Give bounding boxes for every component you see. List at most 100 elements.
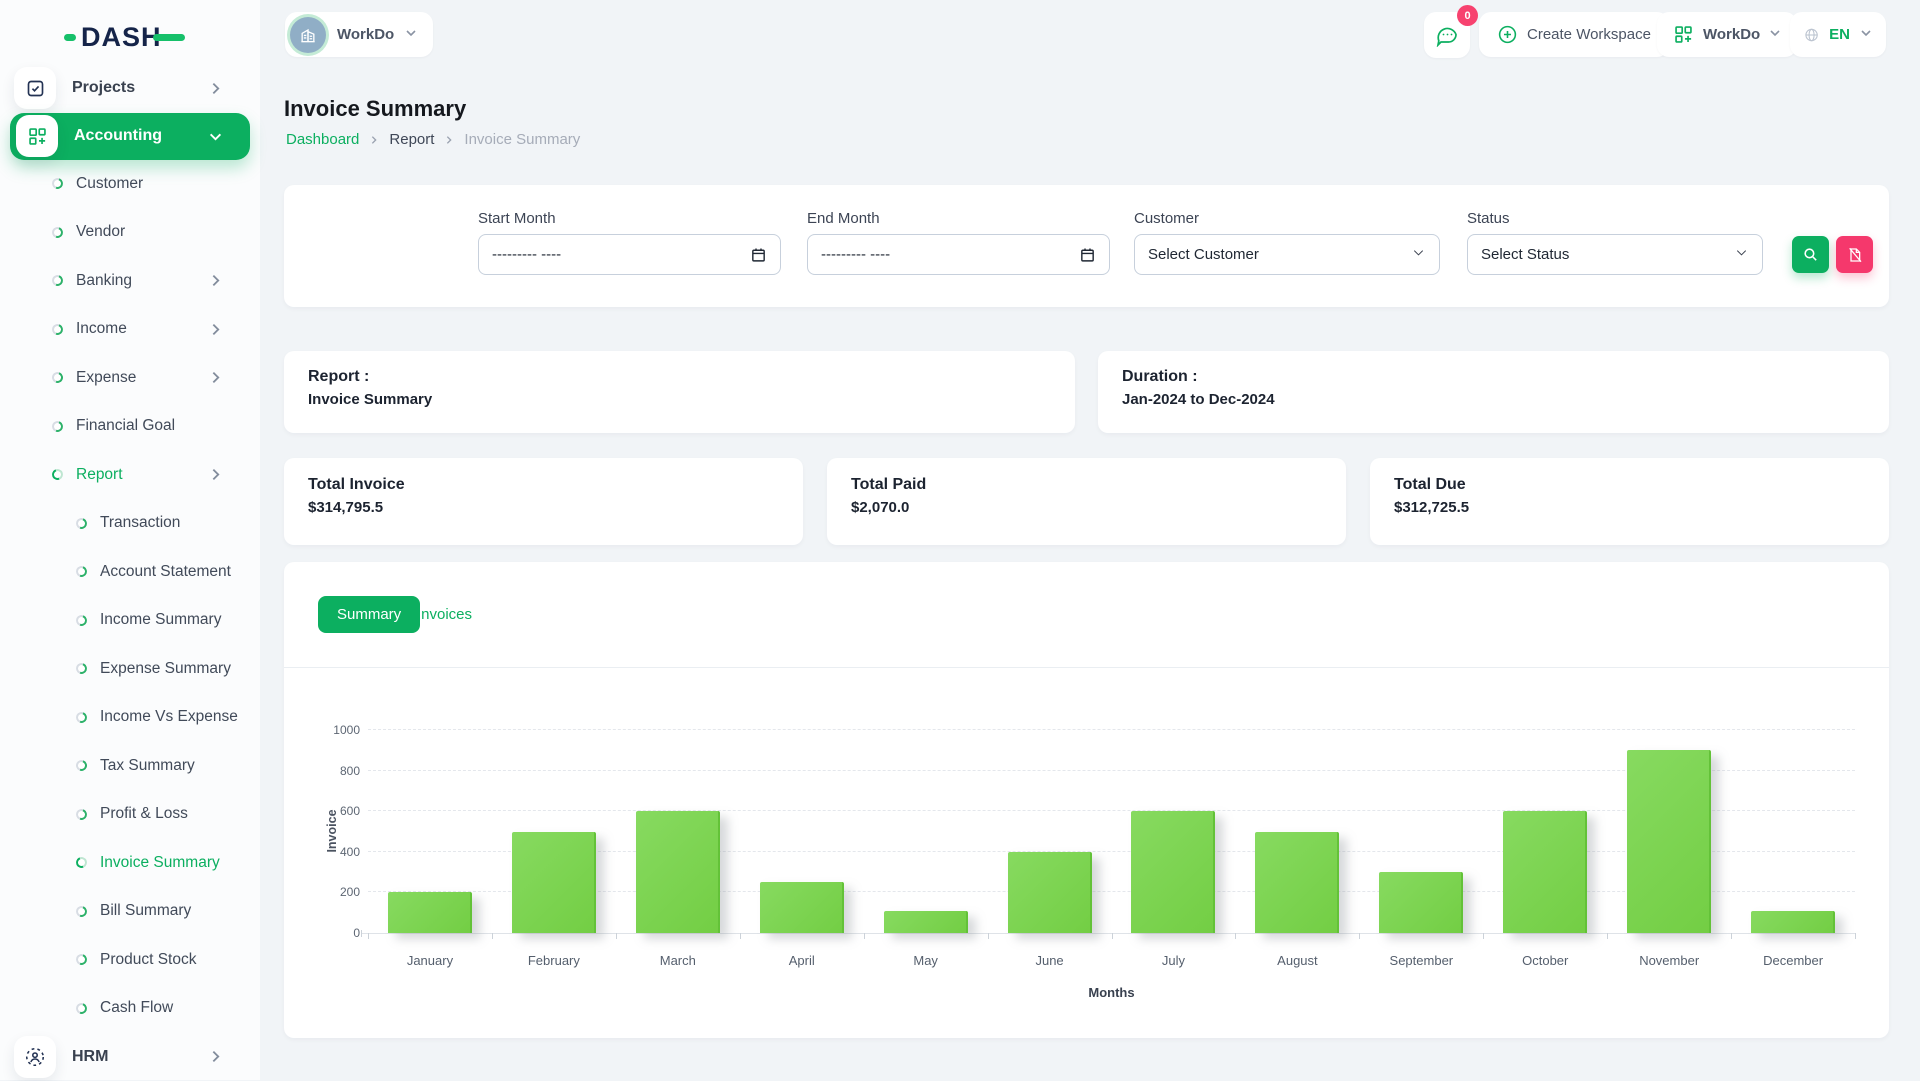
plot-area xyxy=(368,730,1855,933)
sidebar-item-income-summary[interactable]: Income Summary xyxy=(0,596,260,645)
chevron-down-icon xyxy=(405,26,417,44)
building-icon xyxy=(298,25,318,45)
messages-button[interactable]: 0 xyxy=(1424,12,1470,58)
x-axis-tick xyxy=(1112,933,1113,939)
x-tick-label: October xyxy=(1483,953,1607,968)
sidebar-item-accounting[interactable]: Accounting xyxy=(10,113,250,160)
x-tick-label: June xyxy=(988,953,1112,968)
page-title: Invoice Summary xyxy=(284,96,466,122)
sidebar-item-label: HRM xyxy=(72,1048,108,1066)
sidebar-item-label: Report xyxy=(76,466,123,484)
bullet-icon xyxy=(74,516,89,531)
breadcrumb-report[interactable]: Report xyxy=(389,131,434,148)
globe-icon xyxy=(1804,24,1819,46)
sidebar-item-profit-loss[interactable]: Profit & Loss xyxy=(0,790,260,839)
x-tick-label: December xyxy=(1731,953,1855,968)
sidebar-item-expense-summary[interactable]: Expense Summary xyxy=(0,645,260,694)
duration-info-card: Duration : Jan-2024 to Dec-2024 xyxy=(1098,351,1889,433)
bar-march xyxy=(636,811,720,933)
sidebar-item-report[interactable]: Report xyxy=(0,451,260,500)
create-workspace-button[interactable]: Create Workspace xyxy=(1479,12,1669,57)
chat-bubble-icon xyxy=(1435,23,1459,47)
breadcrumb: Dashboard Report Invoice Summary xyxy=(286,131,580,148)
sidebar-item-bill-summary[interactable]: Bill Summary xyxy=(0,887,260,936)
workdo-menu-label: WorkDo xyxy=(1703,26,1760,43)
sidebar-item-transaction[interactable]: Transaction xyxy=(0,499,260,548)
sidebar-item-label: Expense xyxy=(76,369,136,387)
sidebar-item-vendor[interactable]: Vendor xyxy=(0,208,260,257)
bar-october xyxy=(1503,811,1587,933)
x-axis-tick xyxy=(1607,933,1608,939)
workspace-avatar xyxy=(290,17,326,53)
x-tick-label: March xyxy=(616,953,740,968)
reset-filter-button[interactable] xyxy=(1836,236,1873,273)
workspace-selector[interactable]: WorkDo xyxy=(285,12,433,57)
y-tick-label: 600 xyxy=(310,804,360,818)
bar-december xyxy=(1751,911,1835,933)
bar-november xyxy=(1627,750,1711,933)
sidebar-item-income-vs-expense[interactable]: Income Vs Expense xyxy=(0,693,260,742)
sidebar-item-financial-goal[interactable]: Financial Goal xyxy=(0,402,260,451)
tab-invoices[interactable]: Invoices xyxy=(417,596,472,633)
bullet-icon xyxy=(74,1001,89,1016)
bullet-icon xyxy=(50,322,65,337)
bar-august xyxy=(1255,832,1339,934)
sidebar-item-label: Tax Summary xyxy=(100,757,195,775)
total-invoice-card: Total Invoice $314,795.5 xyxy=(284,458,803,545)
breadcrumb-dashboard[interactable]: Dashboard xyxy=(286,131,359,148)
logo-accent-icon xyxy=(64,34,76,41)
bar-september xyxy=(1379,872,1463,933)
sidebar-item-label: Accounting xyxy=(74,127,162,145)
x-axis-tick xyxy=(740,933,741,939)
sidebar-item-label: Income Vs Expense xyxy=(100,708,238,726)
tab-summary[interactable]: Summary xyxy=(318,596,420,633)
sidebar-item-cash-flow[interactable]: Cash Flow xyxy=(0,984,260,1033)
status-select[interactable]: Select Status xyxy=(1467,234,1763,275)
app-logo[interactable]: DASH xyxy=(64,22,185,53)
chevron-down-icon xyxy=(1860,26,1872,44)
x-tick-label: May xyxy=(864,953,988,968)
y-tick-label: 400 xyxy=(310,845,360,859)
sidebar-item-tax-summary[interactable]: Tax Summary xyxy=(0,742,260,791)
bar-february xyxy=(512,832,596,934)
sidebar-item-account-statement[interactable]: Account Statement xyxy=(0,548,260,597)
sidebar-item-hrm[interactable]: HRM xyxy=(0,1033,260,1081)
customer-select[interactable]: Select Customer xyxy=(1134,234,1440,275)
apply-filter-button[interactable] xyxy=(1792,236,1829,273)
sidebar-item-label: Income Summary xyxy=(100,611,221,629)
chart-tabs: Summary Invoices xyxy=(284,562,1889,668)
sidebar-item-product-stock[interactable]: Product Stock xyxy=(0,936,260,985)
chevron-right-icon xyxy=(369,135,379,145)
sidebar-item-banking[interactable]: Banking xyxy=(0,257,260,306)
y-tick-label: 1000 xyxy=(310,723,360,737)
bar-january xyxy=(388,892,472,933)
x-axis-tick xyxy=(1731,933,1732,939)
sidebar-item-income[interactable]: Income xyxy=(0,305,260,354)
logo-text: DASH xyxy=(81,22,162,53)
sidebar-item-label: Invoice Summary xyxy=(100,854,220,872)
calendar-icon xyxy=(750,246,767,263)
chevron-down-icon xyxy=(1769,26,1781,44)
bar-june xyxy=(1008,852,1092,933)
total-paid-card: Total Paid $2,070.0 xyxy=(827,458,1346,545)
x-axis-tick xyxy=(616,933,617,939)
sidebar-item-projects[interactable]: Projects xyxy=(0,64,260,113)
end-month-input[interactable]: --------- ---- xyxy=(807,234,1110,275)
sidebar-item-customer[interactable]: Customer xyxy=(0,160,260,209)
topbar: WorkDo 0 Create Workspace WorkDo xyxy=(0,0,1920,72)
plus-circle-icon xyxy=(1497,24,1518,45)
start-month-input[interactable]: --------- ---- xyxy=(478,234,781,275)
chevron-right-icon xyxy=(209,1050,222,1063)
grid-plus-icon xyxy=(1673,24,1694,45)
sidebar-item-label: Product Stock xyxy=(100,951,197,969)
workdo-menu-button[interactable]: WorkDo xyxy=(1657,12,1797,57)
total-due-value: $312,725.5 xyxy=(1394,499,1865,516)
language-selector[interactable]: EN xyxy=(1790,12,1886,57)
sidebar-item-invoice-summary[interactable]: Invoice Summary xyxy=(0,839,260,888)
status-label: Status xyxy=(1467,210,1510,227)
x-axis-tick xyxy=(368,933,369,939)
y-tick-label: 800 xyxy=(310,764,360,778)
x-tick-label: January xyxy=(368,953,492,968)
total-due-label: Total Due xyxy=(1394,476,1865,494)
sidebar-item-expense[interactable]: Expense xyxy=(0,354,260,403)
